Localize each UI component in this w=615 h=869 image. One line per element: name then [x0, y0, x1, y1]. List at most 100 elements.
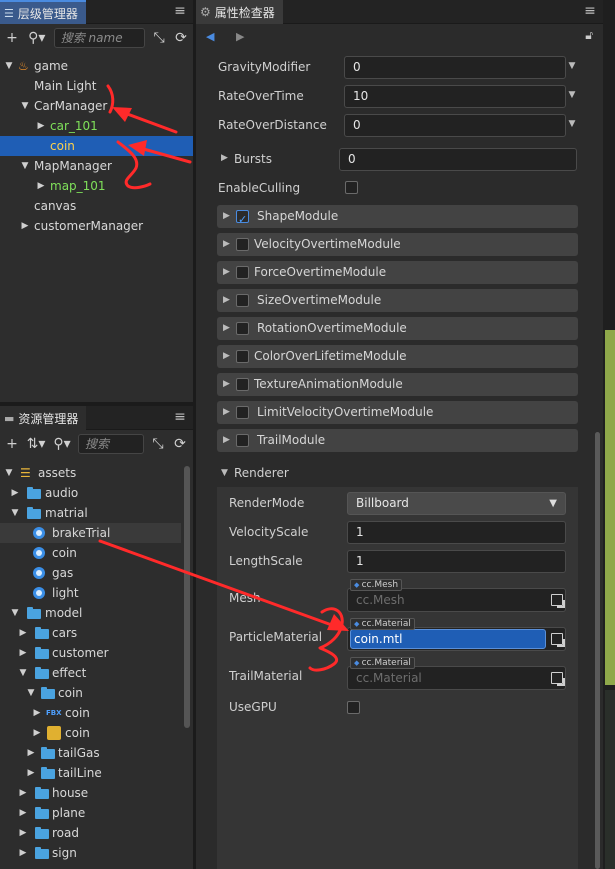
- chevron-right-icon[interactable]: ▶: [18, 823, 28, 843]
- module-checkbox[interactable]: [236, 322, 249, 335]
- tab-hierarchy[interactable]: ☰ 层级管理器: [0, 0, 86, 24]
- tree-node-coin[interactable]: coin: [0, 136, 193, 156]
- chevron-right-icon[interactable]: ▶: [221, 153, 228, 163]
- chevron-right-icon[interactable]: ▶: [10, 483, 20, 503]
- asset-node-customer[interactable]: ▶ customer: [0, 643, 193, 663]
- module-checkbox[interactable]: [236, 378, 249, 391]
- chevron-right-icon[interactable]: ▶: [36, 116, 46, 136]
- chevron-right-icon[interactable]: ▶: [32, 703, 42, 723]
- asset-node-tailline[interactable]: ▶ tailLine: [0, 763, 193, 783]
- use-gpu-checkbox[interactable]: [347, 701, 360, 714]
- refresh-icon[interactable]: ⟳: [172, 436, 188, 452]
- forward-arrow-icon[interactable]: ▶: [236, 30, 244, 43]
- sort-icon[interactable]: ⇅▾: [26, 436, 46, 452]
- asset-node-braketrial[interactable]: brakeTrial: [0, 523, 181, 543]
- search-filter-icon[interactable]: ⚲▾: [52, 436, 72, 452]
- asset-picker-icon[interactable]: [551, 633, 563, 645]
- panel-menu-icon[interactable]: ≡: [173, 3, 187, 19]
- asset-node-coin-fbx[interactable]: ▶ FBX coin: [0, 703, 193, 723]
- chevron-right-icon[interactable]: ▶: [223, 345, 230, 368]
- chevron-down-icon[interactable]: ▼: [567, 61, 577, 71]
- asset-node-house[interactable]: ▶ house: [0, 783, 193, 803]
- assets-search-input[interactable]: 搜索 nam: [78, 434, 144, 454]
- module-shape[interactable]: ▶ ShapeModule: [217, 205, 578, 231]
- module-checkbox[interactable]: [236, 238, 249, 251]
- back-arrow-icon[interactable]: ◀: [206, 30, 214, 43]
- module-checkbox[interactable]: [236, 266, 249, 279]
- panel-menu-icon[interactable]: ≡: [173, 409, 187, 425]
- tree-node-carmanager[interactable]: ▼ CarManager: [0, 96, 193, 116]
- chevron-right-icon[interactable]: ▶: [18, 843, 28, 863]
- asset-node-gas[interactable]: gas: [0, 563, 193, 583]
- chevron-right-icon[interactable]: ▶: [36, 176, 46, 196]
- module-checkbox[interactable]: [236, 294, 249, 307]
- add-icon[interactable]: +: [4, 436, 20, 452]
- assets-scrollbar[interactable]: [184, 466, 190, 728]
- module-velocity-overtime[interactable]: ▶ VelocityOvertimeModule: [217, 233, 578, 256]
- lock-icon[interactable]: 🔓︎: [585, 28, 593, 43]
- rate-over-time-input[interactable]: 10: [344, 85, 566, 108]
- chevron-down-icon[interactable]: ▼: [26, 683, 36, 703]
- asset-node-light[interactable]: light: [0, 583, 193, 603]
- asset-node-coin-material[interactable]: coin: [0, 543, 193, 563]
- tree-node-car-101[interactable]: ▶ car_101: [0, 116, 193, 136]
- asset-node-plane[interactable]: ▶ plane: [0, 803, 193, 823]
- search-filter-icon[interactable]: ⚲▾: [26, 30, 48, 46]
- asset-node-road[interactable]: ▶ road: [0, 823, 193, 843]
- asset-node-matrial[interactable]: ▼ matrial: [0, 503, 193, 523]
- panel-menu-icon[interactable]: ≡: [583, 3, 597, 19]
- asset-picker-icon[interactable]: [551, 672, 563, 684]
- asset-node-effect[interactable]: ▼ effect: [0, 663, 193, 683]
- render-mode-select[interactable]: Billboard ▼: [347, 492, 566, 515]
- module-texture-animation[interactable]: ▶ TextureAnimationModule: [217, 373, 578, 396]
- asset-node-tailgas[interactable]: ▶ tailGas: [0, 743, 193, 763]
- chevron-right-icon[interactable]: ▶: [223, 429, 230, 452]
- enable-culling-checkbox[interactable]: [345, 181, 358, 194]
- chevron-down-icon[interactable]: ▼: [221, 468, 228, 478]
- chevron-right-icon[interactable]: ▶: [32, 723, 42, 743]
- module-checkbox[interactable]: [236, 350, 249, 363]
- module-trail[interactable]: ▶ TrailModule: [217, 429, 578, 452]
- chevron-right-icon[interactable]: ▶: [223, 373, 230, 396]
- rate-over-distance-input[interactable]: 0: [344, 114, 566, 137]
- tab-inspector[interactable]: ⚙ 属性检查器: [196, 0, 283, 24]
- collapse-icon[interactable]: ⤡: [151, 30, 167, 46]
- chevron-down-icon[interactable]: ▼: [20, 156, 30, 176]
- chevron-down-icon[interactable]: ▼: [20, 96, 30, 116]
- module-force-overtime[interactable]: ▶ ForceOvertimeModule: [217, 261, 578, 284]
- velocity-scale-input[interactable]: 1: [347, 521, 566, 544]
- gravity-modifier-input[interactable]: 0: [344, 56, 566, 79]
- tab-assets[interactable]: ▬ 资源管理器: [0, 406, 87, 430]
- chevron-down-icon[interactable]: ▼: [10, 603, 20, 623]
- mesh-asset-field[interactable]: cc.Mesh: [347, 588, 566, 612]
- module-rotation-overtime[interactable]: ▶ RotationOvertimeModule: [217, 317, 578, 340]
- chevron-right-icon[interactable]: ▶: [223, 401, 230, 424]
- chevron-down-icon[interactable]: ▼: [10, 503, 20, 523]
- module-color-over-lifetime[interactable]: ▶ ColorOverLifetimeModule: [217, 345, 578, 368]
- chevron-down-icon[interactable]: ▼: [4, 463, 14, 483]
- chevron-right-icon[interactable]: ▶: [223, 317, 230, 340]
- bursts-input[interactable]: 0: [339, 148, 577, 171]
- chevron-down-icon[interactable]: ▼: [18, 663, 28, 683]
- asset-node-sign[interactable]: ▶ sign: [0, 843, 193, 863]
- trail-material-field[interactable]: cc.Material: [347, 666, 566, 690]
- chevron-right-icon[interactable]: ▶: [26, 743, 36, 763]
- module-limit-velocity-overtime[interactable]: ▶ LimitVelocityOvertimeModule: [217, 401, 578, 424]
- asset-node-model[interactable]: ▼ model: [0, 603, 193, 623]
- chevron-right-icon[interactable]: ▶: [20, 216, 30, 236]
- tree-node-mapmanager[interactable]: ▼ MapManager: [0, 156, 193, 176]
- chevron-right-icon[interactable]: ▶: [223, 261, 230, 284]
- add-icon[interactable]: +: [4, 30, 20, 46]
- chevron-down-icon[interactable]: ▼: [567, 90, 577, 100]
- asset-node-coin-folder[interactable]: ▼ coin: [0, 683, 193, 703]
- tree-node-canvas[interactable]: canvas: [0, 196, 193, 216]
- refresh-icon[interactable]: ⟳: [173, 30, 189, 46]
- tree-node-customermanager[interactable]: ▶ customerManager: [0, 216, 193, 236]
- module-size-overtime[interactable]: ▶ SizeOvertimeModule: [217, 289, 578, 312]
- module-checkbox[interactable]: [236, 406, 249, 419]
- asset-node-audio[interactable]: ▶ audio: [0, 483, 193, 503]
- module-checkbox[interactable]: [236, 208, 249, 231]
- collapse-icon[interactable]: ⤡: [150, 436, 166, 452]
- chevron-down-icon[interactable]: ▼: [567, 119, 577, 129]
- chevron-right-icon[interactable]: ▶: [18, 783, 28, 803]
